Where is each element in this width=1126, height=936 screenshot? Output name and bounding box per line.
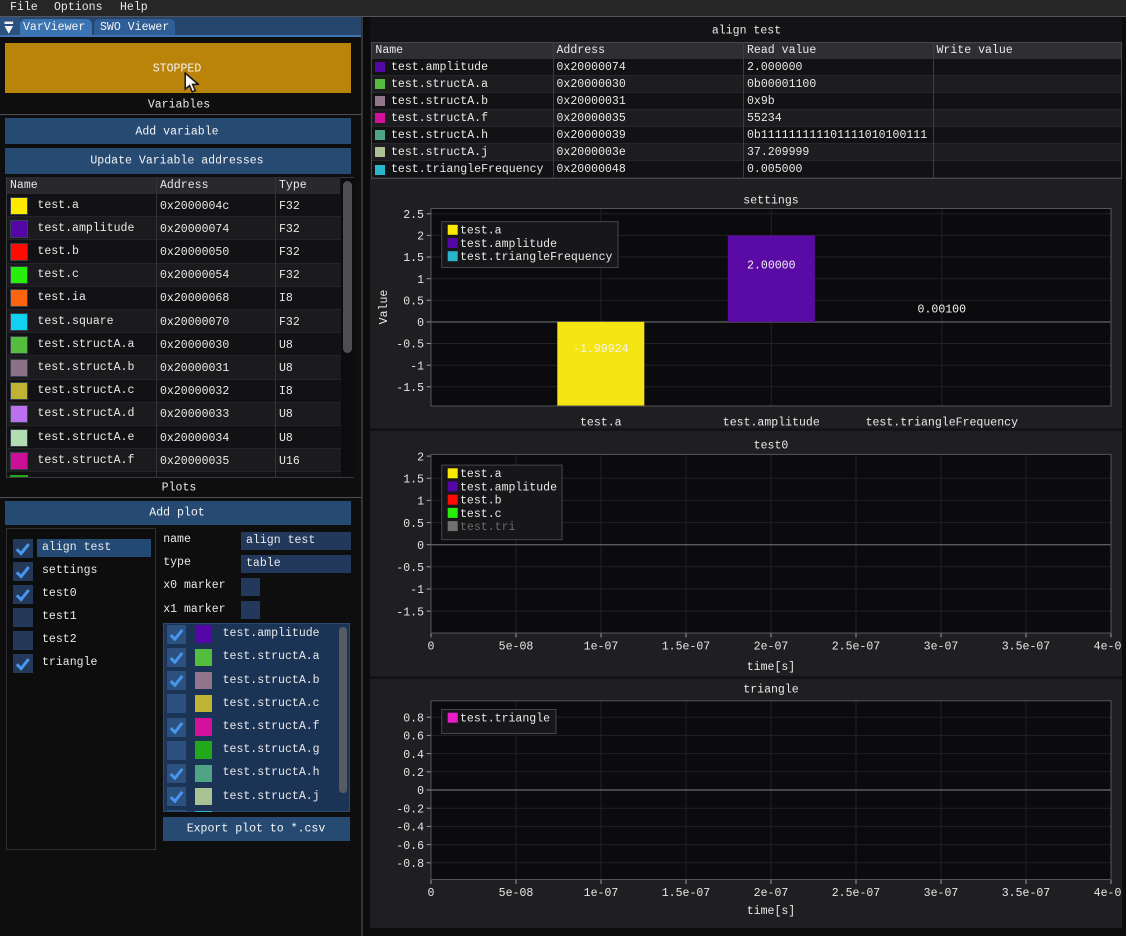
svg-text:3.5e-07: 3.5e-07 — [1002, 887, 1051, 900]
svg-text:triangle: triangle — [743, 683, 799, 696]
svg-text:0.5: 0.5 — [403, 518, 424, 531]
svg-text:-0.2: -0.2 — [396, 803, 424, 816]
svg-text:2e-07: 2e-07 — [754, 887, 789, 900]
svg-text:0: 0 — [417, 540, 424, 553]
svg-text:-1.5: -1.5 — [396, 606, 424, 619]
svg-text:test.a: test.a — [580, 417, 622, 429]
svg-text:-0.4: -0.4 — [396, 822, 424, 835]
svg-text:time[s]: time[s] — [747, 661, 796, 674]
svg-text:0.2: 0.2 — [403, 767, 424, 780]
svg-text:test.amplitude: test.amplitude — [460, 238, 557, 251]
svg-text:4e-07: 4e-07 — [1094, 641, 1122, 654]
svg-text:time[s]: time[s] — [747, 905, 796, 918]
svg-text:2: 2 — [417, 451, 424, 464]
svg-text:0.4: 0.4 — [403, 749, 424, 762]
svg-text:2: 2 — [417, 231, 424, 244]
svg-text:1.5e-07: 1.5e-07 — [662, 641, 711, 654]
svg-text:-0.6: -0.6 — [396, 840, 424, 853]
svg-text:test.amplitude: test.amplitude — [460, 481, 557, 494]
svg-text:0: 0 — [417, 785, 424, 798]
svg-text:0.8: 0.8 — [403, 712, 424, 725]
svg-text:-0.5: -0.5 — [396, 339, 424, 352]
svg-text:test.c: test.c — [460, 508, 502, 521]
svg-text:-0.5: -0.5 — [396, 562, 424, 575]
svg-text:1e-07: 1e-07 — [584, 887, 619, 900]
svg-text:1: 1 — [417, 274, 424, 287]
svg-text:-0.8: -0.8 — [396, 858, 424, 871]
svg-text:2.00000: 2.00000 — [747, 260, 796, 273]
svg-text:1e-07: 1e-07 — [584, 641, 619, 654]
svg-text:test0: test0 — [754, 440, 789, 453]
svg-text:3.5e-07: 3.5e-07 — [1002, 641, 1051, 654]
svg-text:-1: -1 — [410, 360, 424, 373]
svg-text:1.5: 1.5 — [403, 252, 424, 265]
svg-text:0.00100: 0.00100 — [918, 304, 967, 317]
svg-text:test.b: test.b — [460, 495, 502, 508]
svg-text:5e-08: 5e-08 — [499, 887, 534, 900]
svg-text:0: 0 — [428, 641, 435, 654]
svg-text:1: 1 — [417, 496, 424, 509]
svg-text:Value: Value — [378, 290, 391, 325]
svg-text:1.5: 1.5 — [403, 474, 424, 487]
svg-text:0: 0 — [428, 887, 435, 900]
svg-text:2.5e-07: 2.5e-07 — [832, 641, 881, 654]
svg-text:-1.99924: -1.99924 — [573, 343, 629, 356]
svg-text:2.5e-07: 2.5e-07 — [832, 887, 881, 900]
svg-text:4e-07: 4e-07 — [1094, 887, 1122, 900]
svg-text:5e-08: 5e-08 — [499, 641, 534, 654]
svg-text:test.triangleFrequency: test.triangleFrequency — [460, 251, 613, 264]
svg-text:test.amplitude: test.amplitude — [723, 417, 820, 429]
svg-text:0: 0 — [417, 317, 424, 330]
svg-text:test.triangleFrequency: test.triangleFrequency — [866, 417, 1019, 429]
svg-text:3e-07: 3e-07 — [924, 887, 959, 900]
svg-text:2e-07: 2e-07 — [754, 641, 789, 654]
svg-text:1.5e-07: 1.5e-07 — [662, 887, 711, 900]
svg-text:2.5: 2.5 — [403, 209, 424, 222]
svg-text:0.5: 0.5 — [403, 296, 424, 309]
svg-text:0.6: 0.6 — [403, 731, 424, 744]
svg-text:test.tri: test.tri — [460, 521, 516, 534]
svg-text:-1: -1 — [410, 584, 424, 597]
svg-text:-1.5: -1.5 — [396, 382, 424, 395]
svg-text:test.triangle: test.triangle — [460, 713, 550, 726]
svg-text:3e-07: 3e-07 — [924, 641, 959, 654]
svg-text:test.a: test.a — [460, 225, 502, 238]
svg-text:settings: settings — [743, 195, 798, 208]
svg-text:test.a: test.a — [460, 468, 502, 481]
